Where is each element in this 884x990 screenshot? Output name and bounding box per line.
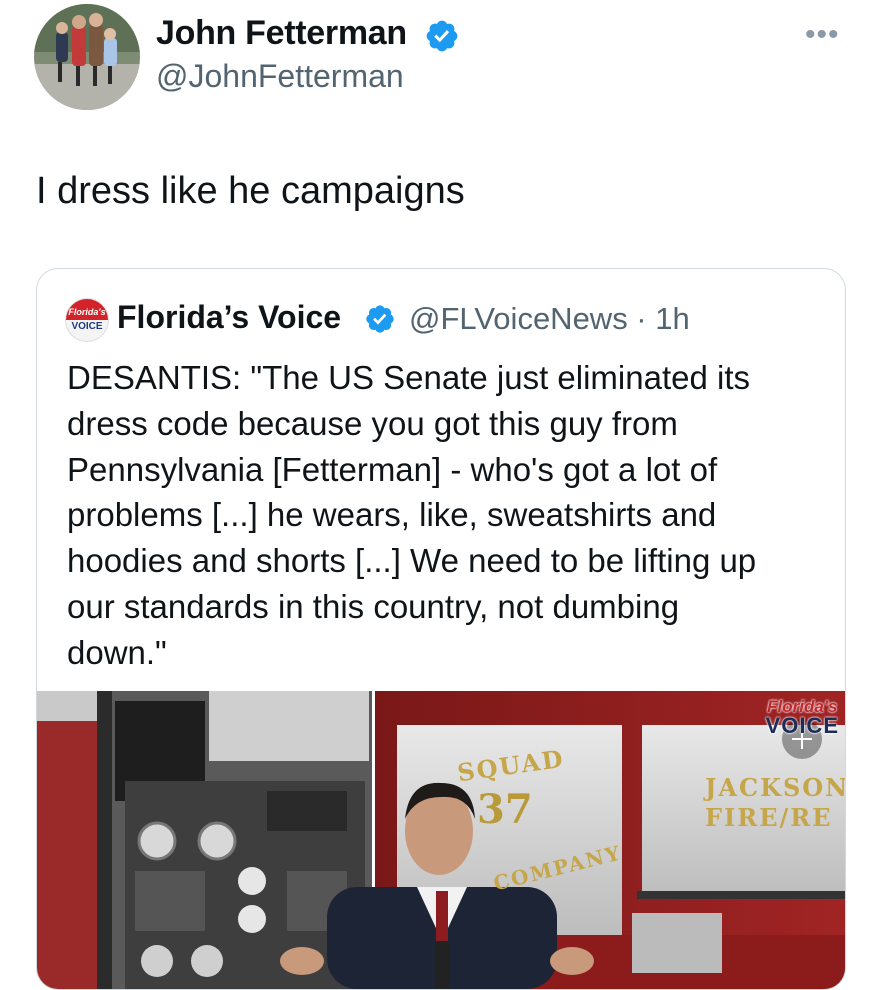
truck-number: 37 [477,786,533,833]
video-frame [37,691,845,989]
family-photo-avatar [34,4,140,110]
quoted-tweet-card[interactable]: Florida's VOICE Florida’s Voice @FLVoice… [36,268,846,990]
quoted-author-avatar[interactable]: Florida's VOICE [65,298,109,342]
verified-badge-icon [426,20,458,52]
quoted-author-handle-time[interactable]: @FLVoiceNews · 1h [409,301,690,337]
quoted-tweet-text: DESANTIS: "The US Senate just eliminated… [67,359,757,671]
quoted-verified-badge-icon [366,305,394,333]
video-watermark-logo: Florida's VOICE [765,697,839,738]
quoted-avatar-logo-line2: VOICE [71,321,103,332]
quoted-author-name[interactable]: Florida’s Voice [117,299,341,336]
quoted-avatar-logo-line1: Florida's [68,307,106,317]
more-options-icon[interactable]: ••• [805,20,840,50]
author-avatar[interactable] [34,4,140,110]
truck-department-line1: JACKSON [705,773,845,802]
author-name[interactable]: John Fetterman [156,14,407,53]
tweet-text: I dress like he campaigns [36,170,465,212]
author-handle[interactable]: @JohnFetterman [156,58,404,95]
quoted-tweet-video[interactable]: SQUAD 37 COMPANY JACKSON FIRE/RE Florida… [37,691,845,989]
truck-department-line2: FIRE/RE [705,803,833,832]
